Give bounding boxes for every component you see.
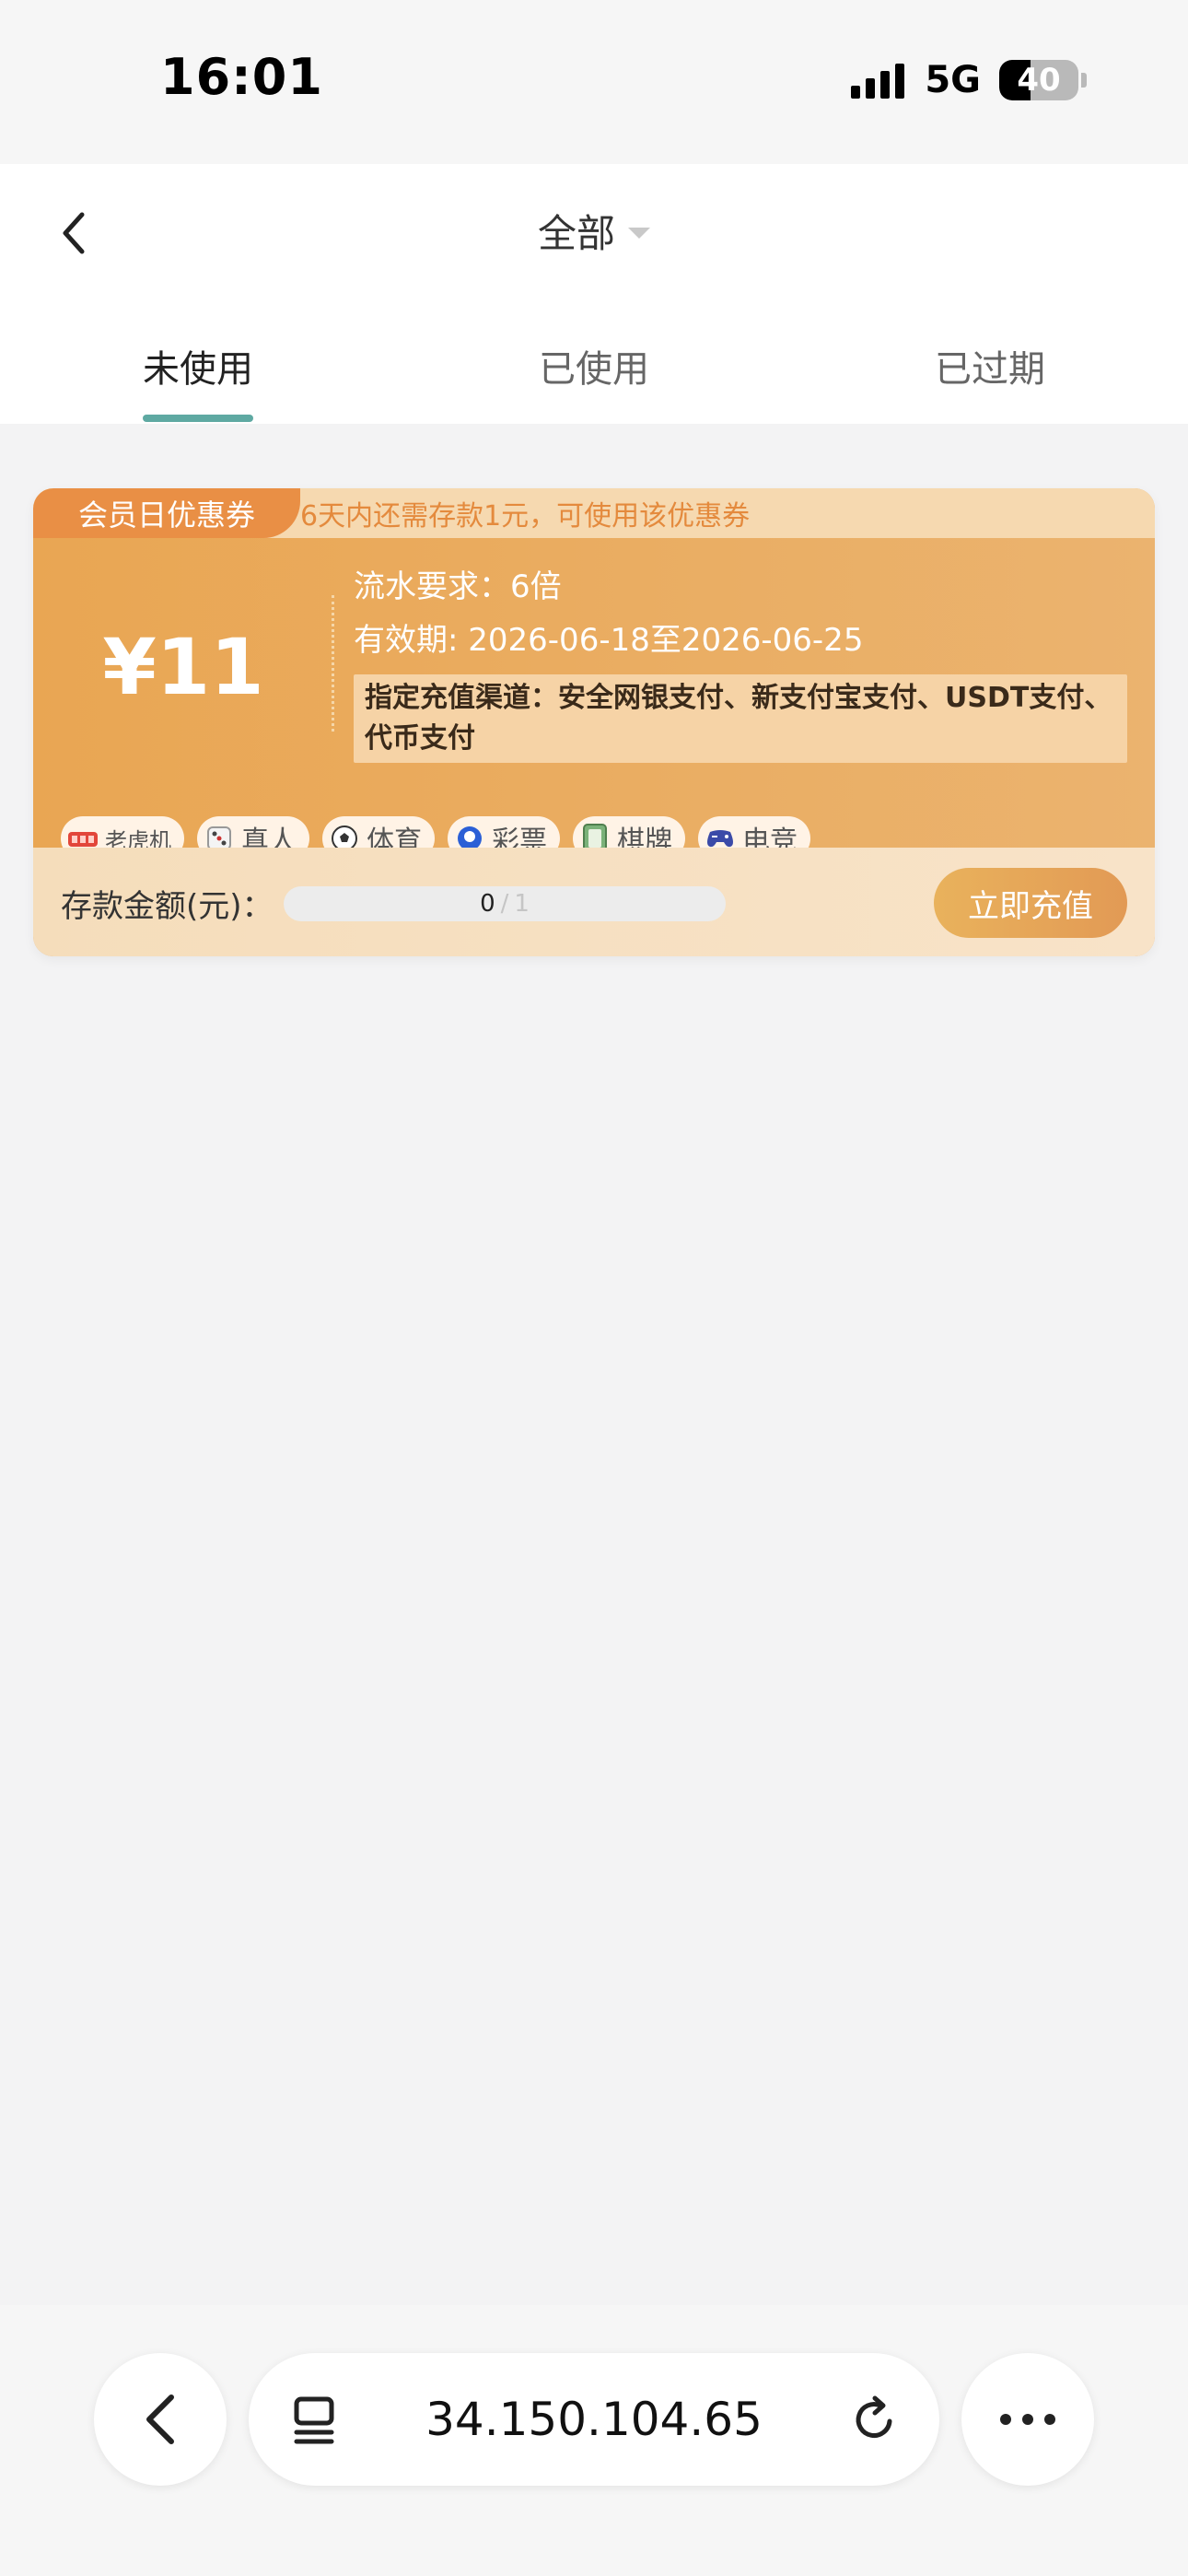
tab-unused[interactable]: 未使用	[0, 328, 396, 424]
tab-label: 已使用	[539, 348, 649, 391]
progress-current: 0	[480, 890, 495, 918]
recharge-channels: 指定充值渠道：安全网银支付、新支付宝支付、USDT支付、代币支付	[354, 674, 1127, 763]
chevron-left-icon	[146, 2395, 174, 2444]
battery-icon: 40	[999, 60, 1078, 100]
url-text: 34.150.104.65	[425, 2393, 763, 2446]
tab-active-indicator	[143, 415, 253, 422]
coupon-card: 会员日优惠券 6天内还需存款1元，可使用该优惠券 ¥11 流水要求：6倍 有效期…	[33, 488, 1155, 956]
coupon-hint: 6天内还需存款1元，可使用该优惠券	[300, 500, 751, 533]
signal-icon	[851, 62, 905, 99]
recharge-now-button[interactable]: 立即充值	[934, 868, 1127, 938]
browser-back-button[interactable]	[94, 2353, 227, 2486]
tab-used[interactable]: 已使用	[396, 328, 792, 424]
browser-toolbar: 34.150.104.65	[0, 2305, 1188, 2576]
caret-down-icon	[628, 227, 650, 239]
coupon-header: 会员日优惠券 6天内还需存款1元，可使用该优惠券	[33, 488, 1155, 538]
validity-period: 有效期: 2026-06-18至2026-06-25	[354, 622, 864, 659]
coupon-type-badge: 会员日优惠券	[33, 488, 300, 538]
tab-bar: 未使用 已使用 已过期	[0, 328, 1188, 424]
more-dots-icon	[1000, 2414, 1055, 2425]
progress-text: 0 / 1	[284, 886, 726, 921]
status-time: 16:01	[160, 48, 323, 106]
progress-total: 1	[514, 890, 530, 918]
deposit-amount-label: 存款金额(元)：	[61, 888, 274, 925]
turnover-requirement: 流水要求：6倍	[354, 568, 562, 605]
coupon-footer: 存款金额(元)： 0 / 1 立即充值	[33, 848, 1155, 956]
battery-level: 40	[1017, 62, 1061, 99]
coupon-divider	[332, 595, 334, 732]
address-bar[interactable]: 34.150.104.65	[249, 2353, 939, 2486]
header: 全部 未使用 已使用 已过期	[0, 164, 1188, 424]
coupon-body: ¥11 流水要求：6倍 有效期: 2026-06-18至2026-06-25 指…	[33, 538, 1155, 861]
deposit-progress-bar: 0 / 1	[284, 886, 726, 921]
status-bar: 16:01 5G 40	[0, 0, 1188, 164]
tab-label: 已过期	[935, 348, 1045, 391]
network-type: 5G	[925, 59, 981, 101]
more-button[interactable]	[961, 2353, 1094, 2486]
coupon-info: 流水要求：6倍 有效期: 2026-06-18至2026-06-25 指定充值渠…	[354, 560, 1127, 763]
reload-icon[interactable]	[849, 2394, 901, 2449]
tab-label: 未使用	[143, 348, 253, 391]
battery-cap	[1081, 73, 1087, 88]
tab-expired[interactable]: 已过期	[792, 328, 1188, 424]
title-dropdown[interactable]: 全部	[0, 203, 1188, 259]
coupon-amount: ¥11	[102, 622, 264, 712]
page-title: 全部	[537, 211, 615, 256]
progress-separator: /	[500, 890, 509, 918]
status-indicators: 5G 40	[851, 57, 1087, 103]
